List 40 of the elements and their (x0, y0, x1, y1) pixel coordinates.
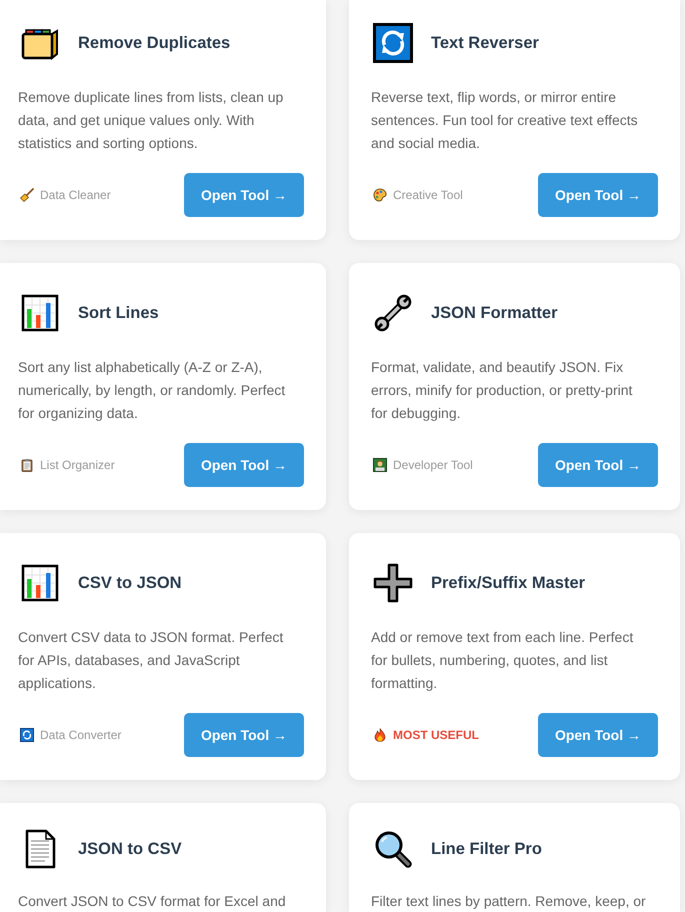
card-title: Prefix/Suffix Master (431, 574, 586, 592)
card-description: Sort any list alphabetically (A-Z or Z-A), numerically, by length, or randomly. Perfect for organizing data. (18, 358, 286, 423)
broom-icon (20, 188, 34, 202)
card-title: CSV to JSON (78, 574, 182, 592)
person-at-laptop-icon (373, 458, 387, 472)
card-title: JSON Formatter (431, 304, 558, 322)
card-description: Add or remove text from each line. Perfect for bullets, numbering, quotes, and list formatting. (371, 628, 634, 693)
category-label: Data Converter (40, 728, 122, 742)
card-description: Remove duplicate lines from lists, clean up data, and get unique values only. With statistics and sorting options. (18, 88, 284, 153)
card-description: Convert CSV data to JSON format. Perfect for APIs, databases, and JavaScript applications. (18, 628, 284, 693)
open-tool-button[interactable]: Open Tool → (538, 173, 658, 217)
bar-chart-icon (20, 293, 60, 333)
card-title: Remove Duplicates (78, 34, 230, 52)
category-label: Creative Tool (393, 188, 463, 202)
clipboard-icon (20, 458, 34, 472)
arrows-icon (373, 23, 413, 63)
fire-icon (373, 728, 387, 742)
plus-icon (373, 563, 413, 603)
magnifier-icon (373, 829, 413, 869)
wrench-icon (373, 293, 413, 333)
open-tool-button[interactable]: Open Tool → (184, 713, 304, 757)
highlight-label: MOST USEFUL (393, 728, 479, 742)
open-tool-button[interactable]: Open Tool → (538, 713, 658, 757)
open-tool-button[interactable]: Open Tool → (184, 173, 304, 217)
card-title: JSON to CSV (78, 840, 182, 858)
bar-chart-icon (20, 563, 60, 603)
palette-icon (373, 188, 387, 202)
card-description: Reverse text, flip words, or mirror entire sentences. Fun tool for creative text effects and social media. (371, 88, 639, 153)
card-description: Format, validate, and beautify JSON. Fix errors, minify for production, or pretty-print for debugging. (371, 358, 634, 423)
card-description: Filter text lines by pattern. Remove, keep, or (371, 892, 647, 911)
card-title: Text Reverser (431, 34, 539, 52)
category-label: List Organizer (40, 458, 115, 472)
card-title: Line Filter Pro (431, 840, 542, 858)
arrows-icon (20, 728, 34, 742)
card-title: Sort Lines (78, 304, 159, 322)
card-description: Convert JSON to CSV format for Excel and (18, 892, 287, 911)
open-tool-button[interactable]: Open Tool → (184, 443, 304, 487)
category-label: Developer Tool (393, 458, 473, 472)
category-label: Data Cleaner (40, 188, 111, 202)
open-tool-button[interactable]: Open Tool → (538, 443, 658, 487)
